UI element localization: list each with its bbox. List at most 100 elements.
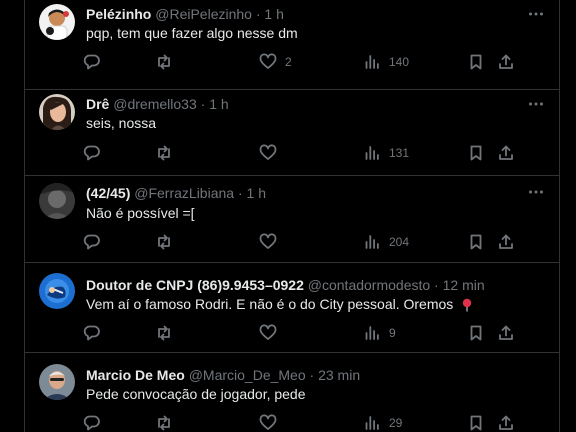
retweet-icon — [158, 234, 170, 250]
retweet-button[interactable] — [155, 52, 173, 72]
tweet-header: Doutor de CNPJ (86)9.9453–0922 @contador… — [86, 276, 485, 294]
bookmark-icon — [470, 234, 482, 250]
avatar[interactable] — [39, 4, 75, 40]
views-count: 140 — [389, 55, 410, 69]
author-name[interactable]: Marcio De Meo — [86, 367, 185, 383]
tweet[interactable]: Pelézinho @ReiPelezinho · 1 h pqp, tem q… — [25, 0, 559, 90]
tweet-text: Vem aí o famoso Rodri. E não é o do City… — [86, 295, 473, 313]
views-button[interactable]: 140 — [363, 52, 409, 72]
retweet-button[interactable] — [155, 143, 173, 163]
separator: · — [309, 367, 315, 383]
bookmark-button[interactable] — [467, 143, 485, 163]
tweet[interactable]: (42/45) @FerrazLibiana · 1 h Não é possí… — [25, 176, 559, 263]
share-button[interactable] — [497, 413, 515, 432]
avatar-image — [39, 273, 75, 309]
bookmark-icon — [470, 54, 482, 70]
author-handle[interactable]: @dremello33 — [113, 96, 196, 112]
action-bar: 29 — [83, 413, 553, 432]
timeline: Pelézinho @ReiPelezinho · 1 h pqp, tem q… — [24, 0, 560, 432]
action-bar: 204 — [83, 232, 553, 252]
share-button[interactable] — [497, 232, 515, 252]
bookmark-button[interactable] — [467, 232, 485, 252]
timestamp[interactable]: 1 h — [264, 6, 283, 22]
avatar[interactable] — [39, 94, 75, 130]
bookmark-button[interactable] — [467, 323, 485, 343]
timestamp[interactable]: 1 h — [209, 96, 228, 112]
heart-icon — [259, 53, 277, 69]
timestamp[interactable]: 1 h — [247, 185, 266, 201]
reply-icon — [83, 325, 100, 341]
views-icon — [365, 416, 379, 430]
views-button[interactable]: 29 — [363, 413, 402, 432]
reply-button[interactable] — [83, 232, 101, 252]
author-handle[interactable]: @ReiPelezinho — [155, 6, 252, 22]
heart-icon — [259, 233, 277, 249]
separator: · — [255, 6, 261, 22]
timestamp[interactable]: 23 min — [318, 367, 360, 383]
share-icon — [499, 325, 513, 340]
separator: · — [200, 96, 206, 112]
like-button[interactable] — [259, 413, 285, 432]
reply-button[interactable] — [83, 143, 101, 163]
retweet-button[interactable] — [155, 232, 173, 252]
share-button[interactable] — [497, 323, 515, 343]
retweet-button[interactable] — [155, 413, 173, 432]
views-icon — [365, 326, 379, 340]
tweet[interactable]: Marcio De Meo @Marcio_De_Meo · 23 min Pe… — [25, 353, 559, 432]
bookmark-button[interactable] — [467, 52, 485, 72]
share-icon — [499, 415, 513, 430]
views-button[interactable]: 204 — [363, 232, 409, 252]
retweet-button[interactable] — [155, 323, 173, 343]
author-handle[interactable]: @Marcio_De_Meo — [189, 367, 306, 383]
heart-icon — [259, 414, 277, 430]
action-bar: 9 — [83, 323, 553, 343]
reply-icon — [83, 145, 100, 161]
share-icon — [499, 145, 513, 160]
like-button[interactable] — [259, 232, 285, 252]
bookmark-button[interactable] — [467, 413, 485, 432]
views-button[interactable]: 131 — [363, 143, 409, 163]
tweet-header: Pelézinho @ReiPelezinho · 1 h — [86, 5, 284, 23]
more-icon[interactable] — [527, 5, 545, 23]
avatar[interactable] — [39, 364, 75, 400]
author-name[interactable]: (42/45) — [86, 185, 130, 201]
author-handle[interactable]: @contadormodesto — [308, 277, 430, 293]
action-bar: 131 — [83, 143, 553, 163]
tweet-text: Não é possível =[ — [86, 205, 195, 221]
views-count: 204 — [389, 235, 410, 249]
views-button[interactable]: 9 — [363, 323, 396, 343]
tweet-text-content: Vem aí o famoso Rodri. E não é o do City… — [86, 296, 454, 312]
like-button[interactable] — [259, 143, 285, 163]
tweet[interactable]: Doutor de CNPJ (86)9.9453–0922 @contador… — [25, 263, 559, 353]
bookmark-icon — [470, 415, 482, 431]
views-count: 131 — [389, 146, 410, 160]
views-icon — [365, 146, 379, 160]
retweet-icon — [158, 54, 170, 70]
views-icon — [365, 55, 379, 69]
reply-button[interactable] — [83, 323, 101, 343]
avatar-image — [39, 183, 75, 219]
share-button[interactable] — [497, 143, 515, 163]
heart-icon — [259, 144, 277, 160]
timestamp[interactable]: 12 min — [443, 277, 485, 293]
action-bar: 2 140 — [83, 52, 553, 72]
reply-button[interactable] — [83, 52, 101, 72]
avatar-image — [39, 364, 75, 400]
author-handle[interactable]: @FerrazLibiana — [134, 185, 234, 201]
like-button[interactable] — [259, 323, 285, 343]
avatar[interactable] — [39, 273, 75, 309]
share-button[interactable] — [497, 52, 515, 72]
like-count: 2 — [285, 55, 292, 69]
author-name[interactable]: Doutor de CNPJ (86)9.9453–0922 — [86, 277, 304, 293]
more-icon[interactable] — [527, 95, 545, 113]
tweet-text: Pede convocação de jogador, pede — [86, 386, 306, 402]
like-button[interactable]: 2 — [259, 52, 292, 72]
author-name[interactable]: Pelézinho — [86, 6, 151, 22]
bookmark-icon — [470, 325, 482, 341]
reply-button[interactable] — [83, 413, 101, 432]
reply-icon — [83, 54, 100, 70]
tweet[interactable]: Drê @dremello33 · 1 h seis, nossa 131 — [25, 90, 559, 176]
avatar[interactable] — [39, 183, 75, 219]
more-icon[interactable] — [527, 183, 545, 201]
author-name[interactable]: Drê — [86, 96, 109, 112]
